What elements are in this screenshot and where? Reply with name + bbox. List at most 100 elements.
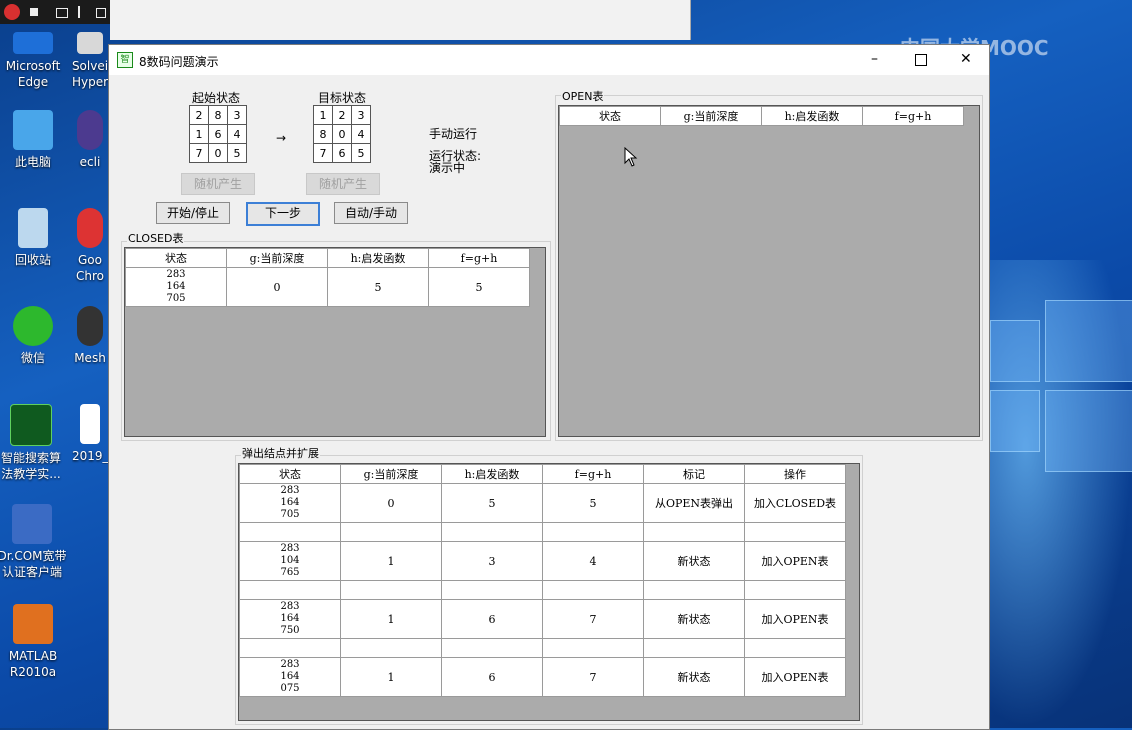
state-line: 765 <box>280 567 300 578</box>
background-window <box>110 0 691 40</box>
expand-header: f=g+h <box>542 464 644 484</box>
spacer-row <box>239 638 846 658</box>
expand-header: g:当前深度 <box>340 464 442 484</box>
closed-header: g:当前深度 <box>226 248 328 268</box>
desktop-icon-this-pc[interactable]: 此电脑 <box>0 110 66 170</box>
desktop-icon-partial[interactable]: ecli <box>72 110 108 170</box>
run-mode-label: 手动运行 <box>429 127 478 141</box>
empty-cell <box>239 638 341 658</box>
empty-cell <box>643 580 745 600</box>
maximize-icon[interactable] <box>915 54 927 66</box>
desktop-icon-drcom[interactable]: Dr.COM宽带认证客户端 <box>0 504 68 580</box>
expand-mark-cell: 新状态 <box>643 541 745 581</box>
closed-table[interactable]: 状态 g:当前深度 h:启发函数 f=g+h 283 164 705 0 5 5 <box>124 247 546 437</box>
desktop-icon-partial[interactable]: Goo Chro <box>72 208 108 284</box>
search-algorithm-icon <box>10 404 52 446</box>
spacer-row <box>239 522 846 542</box>
minimize-icon[interactable]: – <box>871 51 878 67</box>
run-state-value: 演示中 <box>429 161 466 175</box>
window-icon[interactable] <box>96 8 106 18</box>
empty-cell <box>643 638 745 658</box>
desktop-icon-label: ecli <box>79 155 101 169</box>
auto-manual-button[interactable]: 自动/手动 <box>334 202 408 224</box>
desktop-icon-label: Solvei Hyper <box>71 59 109 89</box>
open-header: g:当前深度 <box>660 106 762 126</box>
empty-cell <box>441 522 543 542</box>
stop-icon[interactable] <box>30 8 38 16</box>
state-line: 705 <box>166 293 186 304</box>
state-line: 164 <box>166 281 186 292</box>
open-table[interactable]: 状态 g:当前深度 h:启发函数 f=g+h <box>558 105 980 437</box>
expand-mark-cell: 从OPEN表弹出 <box>643 483 745 523</box>
desktop-icon-label: 智能搜索算法教学实... <box>0 451 61 481</box>
closed-header: f=g+h <box>428 248 530 268</box>
expand-op-cell: 加入OPEN表 <box>744 599 846 639</box>
desktop-icon-recycle-bin[interactable]: 回收站 <box>0 208 66 268</box>
closed-header: h:启发函数 <box>327 248 429 268</box>
start-stop-button[interactable]: 开始/停止 <box>156 202 230 224</box>
desktop-icon-wechat[interactable]: 微信 <box>0 306 66 366</box>
wechat-icon <box>13 306 53 346</box>
start-cell: 8 <box>208 105 228 125</box>
state-line: 283 <box>280 601 300 612</box>
state-line: 705 <box>280 509 300 520</box>
table-row[interactable]: 283 164 705 0 5 5 从OPEN表弹出 加入CLOSED表 <box>239 483 846 523</box>
matlab-icon <box>13 604 53 644</box>
table-row[interactable]: 283 164 750 1 6 7 新状态 加入OPEN表 <box>239 599 846 639</box>
desktop-icon-partial[interactable]: 2019_ <box>72 404 108 464</box>
recycle-bin-icon <box>18 208 48 248</box>
desktop-icon-label: Dr.COM宽带认证客户端 <box>0 549 67 579</box>
desktop-icon-partial[interactable]: Mesh <box>72 306 108 366</box>
network-icon <box>12 504 52 544</box>
close-icon[interactable]: ✕ <box>960 51 972 67</box>
desktop-icon-label: Microsoft Edge <box>5 59 61 89</box>
goal-cell: 4 <box>351 124 371 144</box>
start-cell: 3 <box>227 105 247 125</box>
record-icon[interactable] <box>4 4 20 20</box>
expand-g-cell: 1 <box>340 599 442 639</box>
open-header: 状态 <box>559 106 661 126</box>
table-row[interactable]: 283 164 075 1 6 7 新状态 加入OPEN表 <box>239 657 846 697</box>
goal-cell: 2 <box>332 105 352 125</box>
desktop-icon-label: 微信 <box>20 351 45 365</box>
state-line: 283 <box>166 269 186 280</box>
empty-cell <box>744 580 846 600</box>
goal-cell: 6 <box>332 143 352 163</box>
desktop-icon-edge[interactable]: Microsoft Edge <box>0 32 66 90</box>
state-line: 164 <box>280 497 300 508</box>
next-step-button[interactable]: 下一步 <box>246 202 320 226</box>
table-row[interactable]: 283 104 765 1 3 4 新状态 加入OPEN表 <box>239 541 846 581</box>
expand-state-cell: 283 164 075 <box>239 657 341 697</box>
goal-cell: 1 <box>313 105 333 125</box>
table-row[interactable]: 283 164 705 0 5 5 <box>125 267 530 307</box>
goal-cell: 3 <box>351 105 371 125</box>
start-cell: 6 <box>208 124 228 144</box>
empty-cell <box>340 638 442 658</box>
mouse-cursor-icon <box>624 147 638 167</box>
state-line: 750 <box>280 625 300 636</box>
start-cell: 1 <box>189 124 209 144</box>
state-line: 104 <box>280 555 300 566</box>
expand-h-cell: 3 <box>441 541 543 581</box>
start-cell: 7 <box>189 143 209 163</box>
desktop-icon-search-algo[interactable]: 智能搜索算法教学实... <box>0 404 64 482</box>
start-random-button[interactable]: 随机产生 <box>181 173 255 195</box>
closed-f-cell: 5 <box>428 267 530 307</box>
pen-icon[interactable] <box>78 6 86 18</box>
desktop-icon-partial[interactable]: Solvei Hyper <box>70 32 110 90</box>
desktop-icon-matlab[interactable]: MATLAB R2010a <box>0 604 66 680</box>
expand-mark-cell: 新状态 <box>643 599 745 639</box>
expand-f-cell: 7 <box>542 599 644 639</box>
expand-header: h:启发函数 <box>441 464 543 484</box>
goal-random-button[interactable]: 随机产生 <box>306 173 380 195</box>
expand-table[interactable]: 状态 g:当前深度 h:启发函数 f=g+h 标记 操作 283 164 705 0 5… <box>238 463 860 721</box>
eclipse-icon <box>77 110 103 150</box>
arrow-icon: → <box>276 131 287 145</box>
empty-cell <box>542 522 644 542</box>
expand-table-label: 弹出结点并扩展 <box>241 445 320 461</box>
camera-icon[interactable] <box>56 8 68 18</box>
expand-state-cell: 283 104 765 <box>239 541 341 581</box>
video-file-icon <box>80 404 100 444</box>
expand-header: 状态 <box>239 464 341 484</box>
closed-h-cell: 5 <box>327 267 429 307</box>
